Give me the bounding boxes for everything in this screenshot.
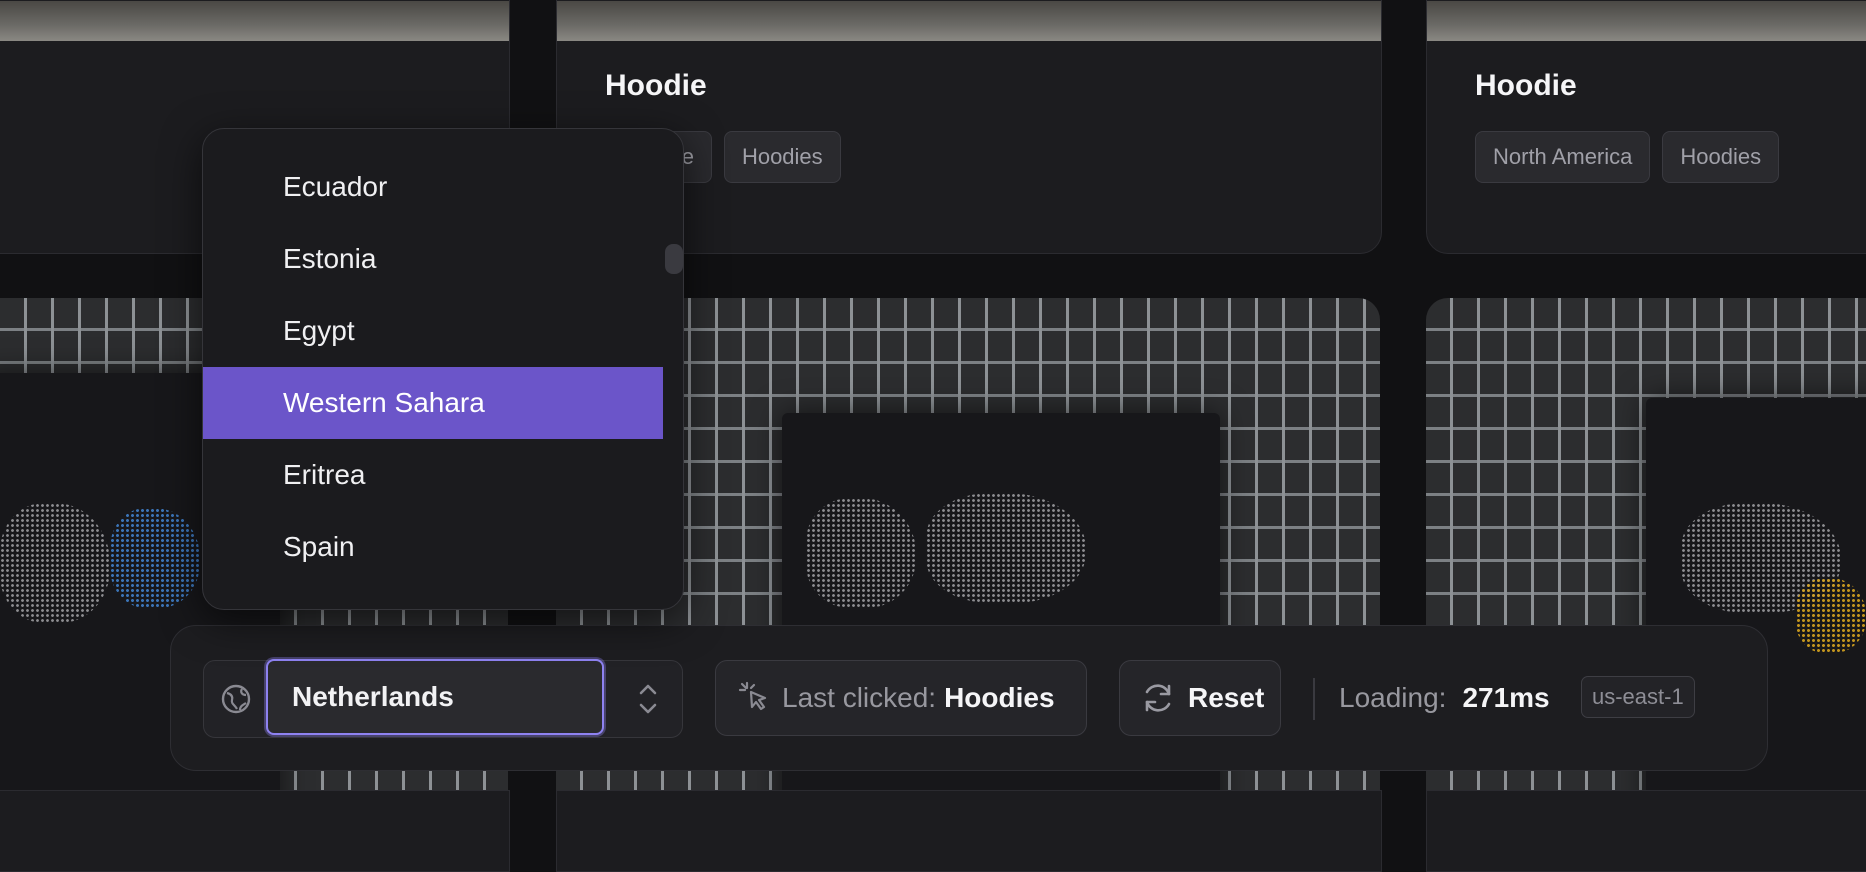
reset-label: Reset	[1188, 682, 1265, 713]
loading-label: Loading:	[1339, 682, 1447, 713]
product-card-3[interactable]: Hoodie North America Hoodies	[1426, 0, 1866, 254]
bottom-toolbar: Netherlands Last clicked: Hoodies Reset …	[170, 625, 1768, 771]
reset-button[interactable]: Reset	[1119, 660, 1281, 736]
country-input[interactable]: Netherlands	[266, 659, 604, 735]
last-clicked-label: Last clicked:	[782, 682, 937, 713]
map-highlight	[1796, 578, 1866, 653]
country-option-selected[interactable]: Western Sahara	[203, 367, 663, 439]
loading-status: Loading: 271ms	[1339, 660, 1550, 736]
pointer-click-icon	[738, 680, 770, 716]
region-badge: us-east-1	[1581, 676, 1695, 718]
chevron-updown-icon[interactable]	[636, 679, 660, 719]
last-clicked-value: Hoodies	[944, 682, 1055, 713]
country-dropdown-list[interactable]: Ecuador Estonia Egypt Western Sahara Eri…	[202, 128, 684, 610]
dropdown-scrollbar[interactable]	[665, 244, 683, 274]
toolbar-divider	[1313, 678, 1315, 720]
product-card-bottom-2[interactable]	[556, 790, 1382, 872]
country-select[interactable]: Netherlands	[203, 659, 683, 738]
product-title: Hoodie	[1475, 69, 1577, 102]
product-image-top	[0, 1, 509, 41]
map-highlight	[110, 508, 200, 608]
last-clicked-indicator: Last clicked: Hoodies	[715, 660, 1087, 736]
country-option[interactable]: Eritrea	[203, 439, 663, 511]
map-graphic	[926, 493, 1086, 603]
product-image-top	[1427, 1, 1866, 41]
product-card-bottom-3[interactable]	[1426, 790, 1866, 872]
tag-category[interactable]: Hoodies	[723, 131, 841, 183]
loading-value: 271ms	[1462, 682, 1550, 713]
country-option[interactable]: Estonia	[203, 223, 663, 295]
tag-category[interactable]: Hoodies	[1662, 131, 1780, 183]
country-option[interactable]: Ecuador	[203, 151, 663, 223]
product-tags: North America Hoodies	[1475, 131, 1780, 183]
country-option[interactable]: Spain	[203, 511, 663, 583]
globe-icon	[220, 683, 252, 715]
product-title: Hoodie	[605, 69, 707, 102]
map-graphic	[0, 503, 110, 623]
map-graphic	[806, 498, 916, 608]
tag-region[interactable]: North America	[1475, 131, 1651, 183]
product-image-top	[557, 1, 1381, 41]
refresh-icon	[1140, 680, 1176, 716]
product-card-bottom-1[interactable]	[0, 790, 510, 872]
country-option[interactable]: Egypt	[203, 295, 663, 367]
